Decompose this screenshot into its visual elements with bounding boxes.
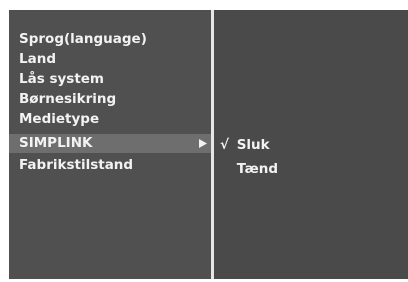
option-label: Sluk [236,137,270,153]
menu-item-label: Sprog(language) [19,31,147,47]
option-sluk[interactable]: √ Sluk [220,136,270,155]
option-taend[interactable]: Tænd [220,160,278,179]
menu-item-label: Lås system [19,71,104,87]
right-triangle-icon [199,139,207,148]
check-icon: √ [220,137,230,153]
menu-item-lock-system[interactable]: Lås system [9,70,211,89]
menu-item-language[interactable]: Sprog(language) [9,30,211,49]
menu-item-label: SIMPLINK [19,135,93,151]
menu-item-simplink[interactable]: SIMPLINK [9,134,211,153]
settings-menu-screen: Sprog(language) Land Lås system Børnesik… [9,10,408,279]
main-menu-pane: Sprog(language) Land Lås system Børnesik… [9,10,211,279]
option-label: Tænd [236,161,279,177]
menu-item-country[interactable]: Land [9,50,211,69]
menu-item-label: Land [19,51,56,67]
menu-item-label: Fabrikstilstand [19,157,134,173]
submenu-pane: √ Sluk Tænd [214,10,408,279]
menu-item-label: Medietype [19,111,100,127]
menu-item-label: Børnesikring [19,91,117,107]
menu-item-parental-lock[interactable]: Børnesikring [9,90,211,109]
menu-item-media-type[interactable]: Medietype [9,110,211,129]
menu-item-factory-reset[interactable]: Fabrikstilstand [9,156,211,175]
